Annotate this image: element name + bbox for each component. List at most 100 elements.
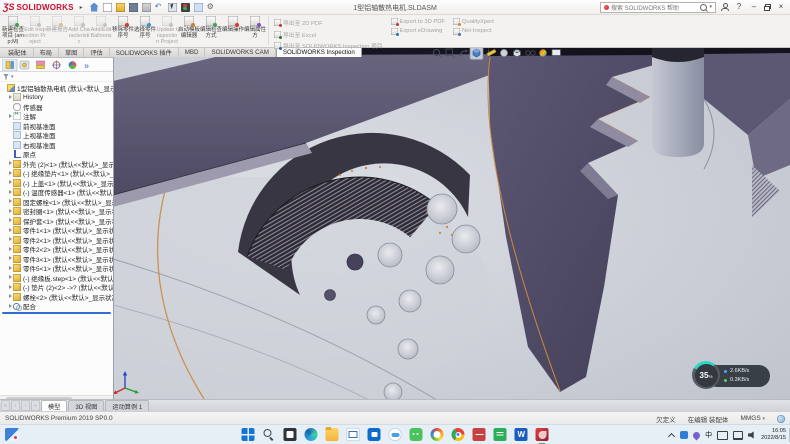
tray-app-icon-purple[interactable] — [692, 430, 702, 440]
tree-item[interactable]: (-) 绝缘板.step<1> (默认<<默认> — [0, 273, 113, 283]
taskbar-app-icon[interactable] — [242, 428, 255, 441]
user-account-icon[interactable] — [721, 3, 729, 11]
search-input[interactable]: 搜索 SOLIDWORKS 帮助 — [611, 3, 679, 12]
tree-item[interactable]: 前视基准面 — [0, 121, 113, 131]
ribbon-button[interactable]: Edit Inspection Project — [24, 15, 46, 47]
section-view-icon[interactable] — [470, 47, 483, 60]
ribbon-button[interactable]: Update Inspection Project — [156, 15, 178, 47]
home-icon[interactable] — [90, 3, 99, 12]
taskbar-app-icon[interactable] — [347, 428, 360, 441]
network-icon[interactable] — [733, 431, 743, 440]
select-cursor-icon[interactable] — [168, 3, 177, 12]
export-button[interactable]: Export to 3D PDF — [391, 18, 445, 25]
restore-button[interactable] — [764, 4, 771, 11]
command-tab[interactable]: MBD — [179, 47, 206, 57]
filter-funnel-icon[interactable] — [3, 74, 9, 80]
tree-item[interactable]: 保护套<1> (默认<<默认>_显示状 — [0, 216, 113, 226]
ribbon-button[interactable]: Add/Edit Balloons — [90, 15, 112, 47]
previous-view-icon[interactable] — [460, 50, 468, 57]
edit-appearance-icon[interactable] — [539, 49, 546, 56]
display-settings-icon[interactable] — [194, 3, 203, 12]
through-hole[interactable] — [347, 254, 363, 270]
shaft-pillar[interactable] — [652, 47, 704, 157]
tree-item[interactable]: 螺栓<2> (默认<<默认>_显示状态 — [0, 292, 113, 302]
view-settings-icon[interactable] — [552, 50, 561, 58]
model-tab[interactable]: 模型 — [41, 400, 67, 411]
tree-item[interactable]: 外壳 (2)<1> (默认<<默认>_显示状 — [0, 159, 113, 169]
taskbar-app-icon[interactable] — [305, 428, 318, 441]
tree-item[interactable]: 传感器 — [0, 102, 113, 112]
configurationmanager-tab[interactable] — [37, 61, 45, 69]
graphics-area[interactable] — [0, 47, 790, 411]
search-box[interactable]: 搜索 SOLIDWORKS 帮助 ▾ — [600, 2, 716, 13]
speaker-icon[interactable] — [748, 431, 756, 439]
tray-app-icon-blue[interactable] — [680, 431, 688, 439]
zoom-fit-icon[interactable] — [434, 50, 442, 58]
displaymanager-tab[interactable] — [69, 61, 77, 69]
tree-item[interactable]: History — [0, 93, 113, 103]
new-document-icon[interactable] — [103, 3, 112, 12]
hide-show-items-icon[interactable] — [526, 51, 535, 55]
taskbar-app-icon[interactable] — [473, 428, 486, 441]
tab-scroll-next-icon[interactable]: › — [21, 400, 30, 411]
tree-item[interactable]: 1型铝轴散热电机 (默认<默认_显示状态-1>) — [0, 83, 113, 93]
command-tab[interactable]: 布局 — [34, 47, 59, 57]
taskbar-app-icon[interactable] — [326, 428, 339, 441]
taskbar-app-icon[interactable] — [431, 428, 444, 441]
help-button[interactable]: ? — [734, 2, 744, 12]
minimize-button[interactable]: – — [749, 2, 759, 12]
tree-item[interactable]: (-) 绝缘垫片<1> (默认<<默认>_显 — [0, 169, 113, 179]
undo-icon[interactable] — [155, 3, 164, 12]
search-icon[interactable] — [700, 4, 707, 11]
rollback-bar[interactable] — [2, 312, 111, 314]
export-button[interactable]: Net-Inspect — [453, 28, 494, 35]
model-tab[interactable]: 3D 视图 — [68, 400, 104, 411]
taskbar-app-icon[interactable] — [494, 428, 507, 441]
ime-indicator[interactable]: 中 — [705, 430, 712, 440]
panel-tabs-overflow[interactable]: » — [84, 60, 89, 70]
tree-item[interactable]: 配合 — [0, 302, 113, 312]
units-selector[interactable]: MMGS ▾ — [740, 415, 765, 422]
command-tab[interactable]: SOLIDWORKS CAM — [205, 47, 275, 57]
ribbon-button[interactable]: 移除零件序号 — [112, 15, 134, 47]
filter-dropdown-icon[interactable]: ▾ — [11, 74, 14, 80]
tab-scroll-prev-icon[interactable]: ‹ — [11, 400, 20, 411]
options-gear-icon[interactable] — [207, 3, 216, 12]
ribbon-button[interactable]: 新建报告 — [46, 15, 68, 47]
print-icon[interactable] — [142, 3, 151, 12]
ribbon-button[interactable]: 编辑属性方 — [244, 15, 266, 47]
ribbon-button[interactable]: 启动模板编辑器 — [178, 15, 200, 47]
tree-item[interactable]: 上视基准面 — [0, 131, 113, 141]
performance-widget[interactable]: 2.6KB/s 0.3KB/s 35 % — [692, 361, 776, 391]
taskbar-clock[interactable]: 16:05 2022/8/15 — [761, 428, 786, 442]
command-tab[interactable]: SOLIDWORKS 插件 — [110, 47, 179, 57]
taskbar-app-icon[interactable] — [368, 428, 381, 441]
model-tab[interactable]: 运动算例 1 — [105, 400, 149, 411]
ribbon-button[interactable]: 编辑操作 — [222, 15, 244, 47]
display-style-icon[interactable] — [500, 49, 507, 56]
keyboard-icon[interactable] — [717, 431, 728, 440]
save-icon[interactable] — [129, 3, 138, 12]
taskbar-app-icon[interactable] — [536, 428, 549, 441]
taskbar-app-icon[interactable] — [389, 428, 402, 441]
close-button[interactable]: × — [776, 2, 786, 12]
taskbar-app-icon[interactable] — [515, 428, 528, 441]
tree-item[interactable]: 零件5<1> (默认<<默认>_显示状态 — [0, 264, 113, 274]
tree-item[interactable]: 零件3<1> (默认<<默认>_显示状态 — [0, 254, 113, 264]
tree-item[interactable]: 原点 — [0, 150, 113, 160]
ribbon-button[interactable]: 选择零件序号 — [134, 15, 156, 47]
export-button[interactable]: 导出至 Excel — [274, 30, 383, 39]
ribbon-button[interactable]: Add Characteristic — [68, 15, 90, 47]
open-document-icon[interactable] — [116, 3, 125, 12]
ribbon-button[interactable]: 新建检查项目 (amp;M) — [2, 15, 24, 47]
taskbar-app-icon[interactable] — [284, 428, 297, 441]
tree-item[interactable]: 零件2<2> (默认<<默认>_显示状态 — [0, 245, 113, 255]
tree-item[interactable]: 右视基准面 — [0, 140, 113, 150]
featuremanager-tab[interactable] — [2, 59, 17, 71]
status-globe-icon[interactable] — [777, 415, 785, 423]
taskbar-app-icon[interactable] — [452, 428, 465, 441]
export-button[interactable]: 导出至 2D PDF — [274, 18, 383, 27]
rebuild-icon[interactable] — [181, 3, 190, 12]
tree-item[interactable]: (-) 垫片 (2)<2> ->? (默认<<默认> — [0, 283, 113, 293]
propertymanager-tab[interactable] — [20, 61, 29, 69]
